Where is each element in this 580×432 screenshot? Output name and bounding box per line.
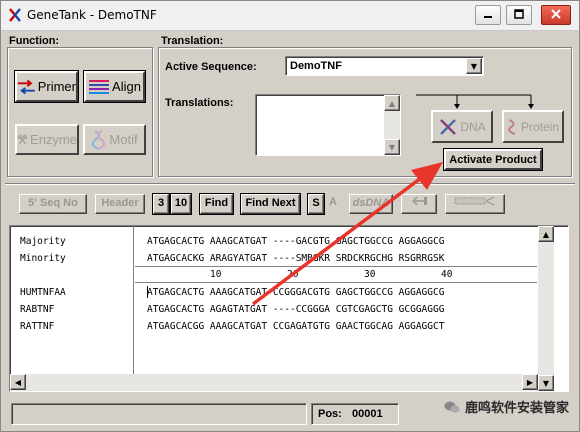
dna-label: DNA [460, 119, 486, 134]
sequence-names-column: Majority Minority HUMTNFAA RABTNF RATTNF [10, 226, 134, 374]
align-label: Align [112, 79, 141, 94]
show-3-button[interactable]: 3 [152, 193, 170, 215]
translations-list[interactable]: ▲ ▼ [255, 94, 401, 156]
translations-scrollbar[interactable]: ▲ ▼ [384, 95, 400, 155]
motif-label: Motif [109, 132, 138, 147]
watermark-text: 鹿鸣软件安装管家 [464, 401, 569, 416]
status-field [11, 403, 307, 425]
sequence-name[interactable]: HUMTNFAA [20, 287, 66, 298]
ruler-tick-label: 10 [210, 269, 222, 280]
scroll-down-icon[interactable]: ▼ [538, 375, 554, 391]
app-icon [9, 8, 21, 22]
motif-icon [92, 129, 106, 150]
seq-no-button[interactable]: 5' Seq No [19, 194, 87, 214]
align-icon [89, 79, 110, 94]
scroll-up-icon[interactable]: ▲ [538, 226, 554, 242]
position-value: 00001 [352, 408, 383, 420]
find-button[interactable]: Find [199, 193, 234, 215]
sequence-name[interactable]: RABTNF [20, 304, 54, 315]
function-group-label: Function: [9, 35, 60, 47]
horizontal-scrollbar[interactable]: ◀ ▶ [10, 374, 538, 391]
primer-label: Primer [37, 79, 76, 94]
close-button[interactable] [541, 5, 571, 25]
dna-button[interactable]: DNA [431, 110, 493, 143]
close-icon [551, 9, 561, 19]
enzyme-icon [17, 134, 28, 144]
function-group [7, 47, 153, 177]
main-window: GeneTank - DemoTNF Function: Primer Alig… [0, 0, 580, 432]
protein-button[interactable]: Protein [502, 110, 564, 143]
active-sequence-label: Active Sequence: [165, 61, 257, 73]
translation-group-label: Translation: [161, 35, 224, 47]
dropdown-arrow-icon[interactable]: ▼ [466, 58, 482, 74]
translations-label: Translations: [165, 97, 234, 109]
primer-button[interactable]: Primer [15, 71, 78, 102]
enzyme-label: Enzyme [30, 132, 77, 147]
scroll-right-icon[interactable]: ▶ [522, 374, 538, 390]
maximize-button[interactable] [506, 5, 532, 25]
show-10-button[interactable]: 10 [170, 193, 192, 215]
title-bar[interactable]: GeneTank - DemoTNF [1, 1, 579, 31]
sequence-row[interactable]: ATGAGCACGG AAAGCATGAT CCGAGATGTG GAACTGG… [147, 321, 444, 332]
active-sequence-select[interactable]: DemoTNF ▼ [285, 56, 484, 76]
scroll-down-icon[interactable]: ▼ [384, 139, 400, 155]
position-field: Pos: 00001 [311, 403, 399, 425]
position-label: Pos: [318, 408, 342, 420]
dna-icon [440, 118, 457, 135]
consensus-name-minority: Minority [20, 253, 66, 264]
align-button-frame: Align [83, 70, 146, 103]
window-title: GeneTank - DemoTNF [27, 8, 157, 22]
minimize-button[interactable] [475, 5, 501, 25]
consensus-name-majority: Majority [20, 236, 66, 247]
protein-icon [508, 118, 516, 135]
wechat-icon [444, 401, 460, 413]
enzyme-button[interactable]: Enzyme [15, 124, 79, 155]
translation-connector-lines [416, 94, 534, 109]
primer-icon [17, 79, 35, 94]
sequence-name[interactable]: RATTNF [20, 321, 54, 332]
header-button[interactable]: Header [95, 194, 145, 214]
active-sequence-value: DemoTNF [290, 60, 342, 72]
activate-product-label: Activate Product [449, 153, 537, 166]
watermark: 鹿鸣软件安装管家 [444, 397, 569, 416]
minimize-icon [484, 16, 492, 18]
motif-button[interactable]: Motif [83, 124, 146, 155]
primer-button-frame: Primer [14, 70, 79, 103]
annotation-arrow [251, 162, 443, 306]
scroll-up-icon[interactable]: ▲ [384, 95, 400, 111]
protein-label: Protein [520, 119, 560, 134]
text-cursor [147, 286, 148, 298]
vertical-scrollbar[interactable]: ▲ ▼ [538, 226, 554, 391]
align-button[interactable]: Align [84, 71, 145, 102]
maximize-icon [514, 9, 524, 19]
scroll-left-icon[interactable]: ◀ [10, 374, 26, 390]
